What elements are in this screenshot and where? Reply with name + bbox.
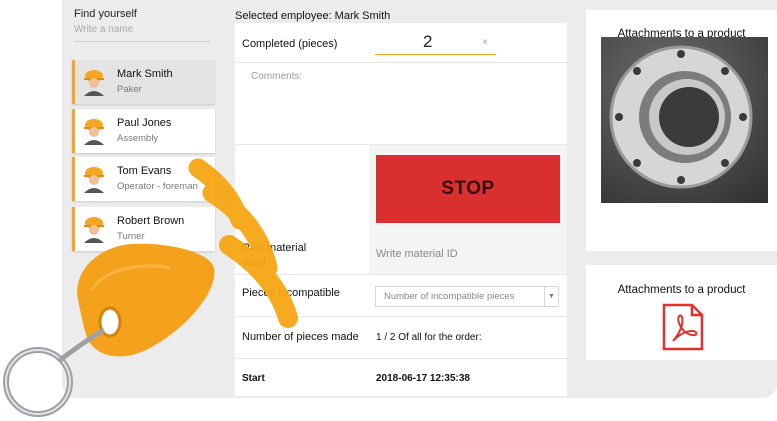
employee-card-paul-jones[interactable]: Paul Jones Assembly bbox=[72, 109, 215, 153]
start-value: 2018-06-17 12:35:38 bbox=[376, 373, 470, 384]
incompatible-label: Pieces incompatible bbox=[242, 287, 340, 299]
raw-material-cell: Write material ID bbox=[369, 233, 567, 274]
employee-name: Paul Jones bbox=[117, 117, 172, 129]
employee-role: Assembly bbox=[117, 133, 159, 144]
employee-role: Paker bbox=[117, 84, 142, 95]
material-id-input[interactable]: Write material ID bbox=[376, 248, 458, 260]
chevron-down-icon: ▼ bbox=[544, 287, 558, 306]
worker-avatar-icon bbox=[84, 217, 104, 243]
completed-label: Completed (pieces) bbox=[242, 38, 338, 50]
flange-photo-icon bbox=[609, 45, 753, 189]
employee-name: Tom Evans bbox=[117, 165, 172, 177]
start-row: Start 2018-06-17 12:35:38 bbox=[235, 359, 567, 396]
find-yourself-title: Find yourself bbox=[74, 8, 137, 20]
product-image[interactable] bbox=[601, 37, 768, 203]
comments-row: Comments: bbox=[235, 63, 567, 145]
name-search-input[interactable]: Write a name bbox=[74, 22, 210, 42]
selected-employee-label: Selected employee: Mark Smith bbox=[235, 10, 391, 22]
employee-card-tom-evans[interactable]: Tom Evans Operator - foreman bbox=[72, 157, 215, 201]
incompatible-row: Pieces incompatible Number of incompatib… bbox=[235, 275, 567, 317]
attachment-title: Attachments to a product bbox=[617, 284, 746, 296]
comments-field[interactable]: Comments: bbox=[251, 71, 302, 82]
pieces-made-value: 1 / 2 Of all for the order: bbox=[376, 332, 482, 343]
employee-card-robert-brown[interactable]: Robert Brown Turner bbox=[72, 207, 215, 251]
employee-name: Mark Smith bbox=[117, 68, 173, 80]
attachment-file-card: Attachments to a product bbox=[586, 265, 777, 360]
stop-button[interactable]: STOP bbox=[376, 155, 560, 223]
incompatible-placeholder: Number of incompatible pieces bbox=[384, 291, 515, 302]
raw-material-row: Raw material used Write material ID bbox=[235, 233, 567, 275]
completed-value: 2 bbox=[423, 32, 433, 51]
employee-panel: Find yourself Write a name Mark Smith Pa… bbox=[66, 0, 218, 398]
pieces-made-label: Number of pieces made bbox=[242, 331, 359, 343]
employee-role: Turner bbox=[117, 231, 145, 242]
app-screen: Find yourself Write a name Mark Smith Pa… bbox=[0, 0, 777, 421]
worker-avatar-icon bbox=[84, 167, 104, 193]
completed-input[interactable]: 2 × bbox=[375, 29, 496, 55]
pieces-made-row: Number of pieces made 1 / 2 Of all for t… bbox=[235, 317, 567, 359]
worker-avatar-icon bbox=[84, 70, 104, 96]
pdf-icon[interactable] bbox=[662, 303, 704, 351]
key-ring-icon bbox=[3, 347, 73, 417]
clear-icon[interactable]: × bbox=[482, 37, 488, 48]
production-form: Completed (pieces) 2 × Comments: STOP Ra… bbox=[235, 23, 567, 396]
start-label: Start bbox=[242, 373, 265, 384]
completed-row: Completed (pieces) 2 × bbox=[235, 23, 567, 63]
employee-role: Operator - foreman bbox=[117, 181, 198, 192]
employee-name: Robert Brown bbox=[117, 215, 185, 227]
raw-material-label: Raw material used bbox=[242, 242, 307, 268]
employee-card-mark-smith[interactable]: Mark Smith Paker bbox=[72, 60, 215, 104]
incompatible-select[interactable]: Number of incompatible pieces ▼ bbox=[375, 286, 559, 307]
worker-avatar-icon bbox=[84, 119, 104, 145]
attachment-image-card: Attachments to a product bbox=[586, 10, 777, 251]
